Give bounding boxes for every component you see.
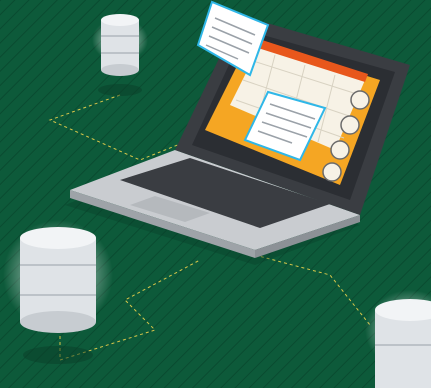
data-network-illustration [0,0,431,388]
